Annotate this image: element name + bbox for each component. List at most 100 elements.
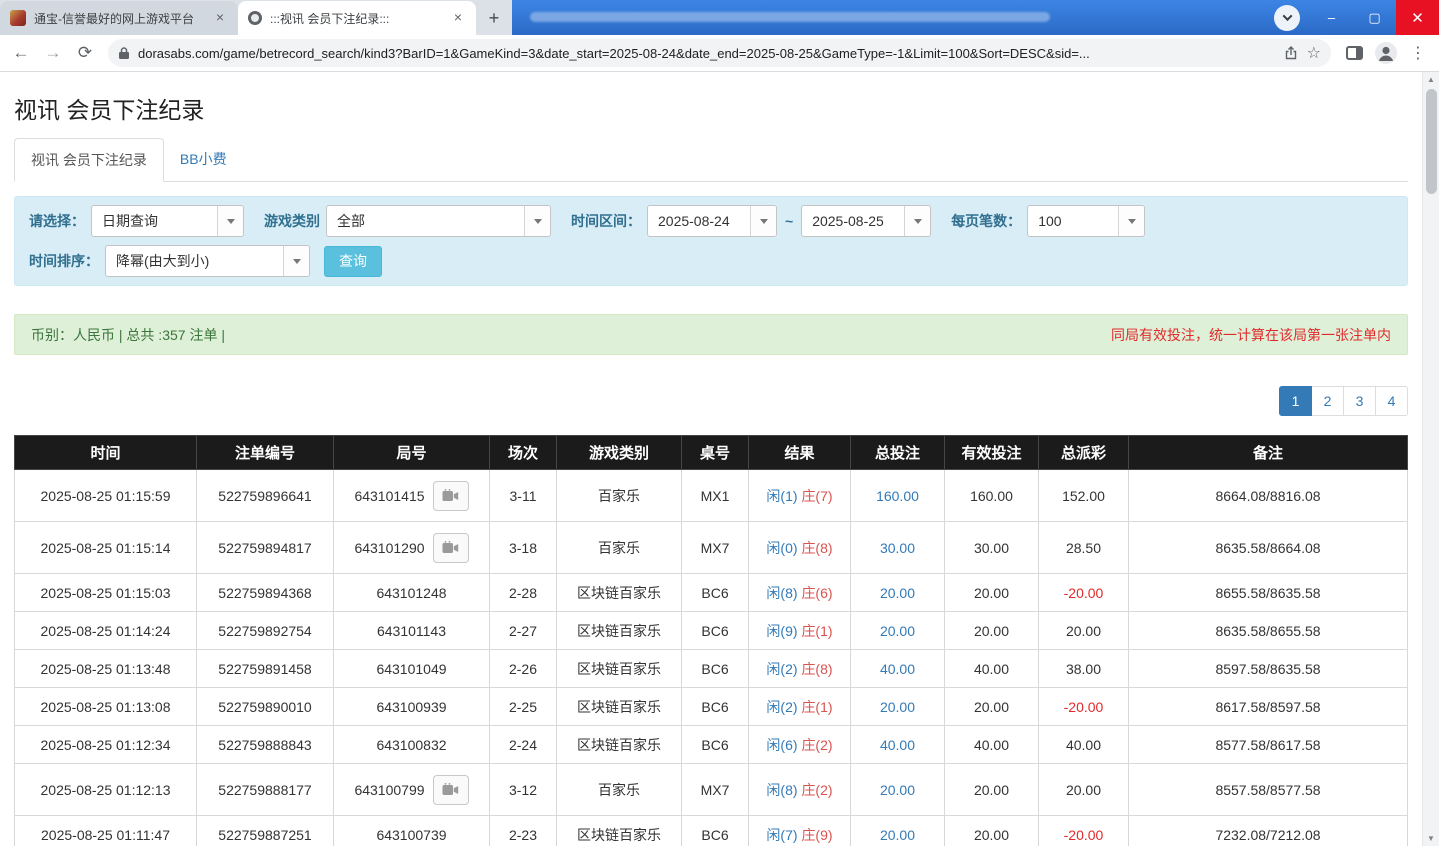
forward-button[interactable]: → (38, 38, 68, 68)
chevron-down-icon[interactable] (904, 206, 930, 236)
cell-game-type: 百家乐 (557, 522, 682, 574)
scroll-up-arrow[interactable]: ▲ (1423, 72, 1439, 87)
chevron-down-icon[interactable] (524, 206, 550, 236)
total-bet-link[interactable]: 20.00 (880, 585, 915, 601)
cell-total-bet: 20.00 (851, 574, 945, 612)
table-row: 2025-08-25 01:12:34 522759888843 6431008… (15, 726, 1408, 764)
cell-game-type: 区块链百家乐 (557, 726, 682, 764)
cell-bet-id: 522759891458 (197, 650, 334, 688)
cell-bet-id: 522759890010 (197, 688, 334, 726)
column-header: 总投注 (851, 436, 945, 470)
cell-remark: 7232.08/7212.08 (1129, 816, 1408, 846)
pagination-button[interactable]: 2 (1311, 386, 1344, 416)
pagination-button[interactable]: 1 (1279, 386, 1312, 416)
address-bar[interactable]: dorasabs.com/game/betrecord_search/kind3… (108, 39, 1331, 67)
search-button[interactable]: 查询 (324, 246, 382, 277)
cell-time: 2025-08-25 01:13:48 (15, 650, 197, 688)
query-type-select[interactable]: 日期查询 (91, 205, 244, 237)
cell-table-no: BC6 (682, 816, 749, 846)
total-bet-link[interactable]: 40.00 (880, 737, 915, 753)
column-header: 注单编号 (197, 436, 334, 470)
background-window-title-blur (530, 12, 1050, 22)
tab-close-icon[interactable]: × (450, 10, 466, 26)
cell-game-type: 百家乐 (557, 764, 682, 816)
browser-navbar: ← → ⟳ dorasabs.com/game/betrecord_search… (0, 35, 1439, 72)
pagination-button[interactable]: 3 (1343, 386, 1376, 416)
bet-table-body: 2025-08-25 01:15:59 522759896641 6431014… (15, 470, 1408, 846)
replay-button[interactable] (433, 481, 469, 511)
replay-button[interactable] (433, 775, 469, 805)
per-page-select[interactable]: 100 (1027, 205, 1145, 237)
cell-valid-bet: 20.00 (945, 574, 1039, 612)
cell-result: 闲(8) 庄(6) (749, 574, 851, 612)
new-tab-button[interactable]: + (480, 4, 508, 32)
cell-remark: 8617.58/8597.58 (1129, 688, 1408, 726)
cell-bet-id: 522759888177 (197, 764, 334, 816)
sort-select[interactable]: 降幂(由大到小) (105, 245, 310, 277)
total-bet-link[interactable]: 20.00 (880, 699, 915, 715)
cell-game-type: 区块链百家乐 (557, 612, 682, 650)
pagination-button[interactable]: 4 (1375, 386, 1408, 416)
scroll-down-arrow[interactable]: ▼ (1423, 831, 1439, 846)
summary-bar: 币别：人民币 | 总共 :357 注单 | 同局有效投注，统一计算在该局第一张注… (14, 314, 1408, 355)
cell-payout: 40.00 (1039, 726, 1129, 764)
table-row: 2025-08-25 01:15:14 522759894817 6431012… (15, 522, 1408, 574)
player-result: 闲(2) (766, 699, 797, 715)
table-row: 2025-08-25 01:14:24 522759892754 6431011… (15, 612, 1408, 650)
page-tab[interactable]: 视讯 会员下注纪录 (14, 138, 164, 182)
browser-menu-icon[interactable]: ⋮ (1403, 38, 1433, 68)
table-row: 2025-08-25 01:11:47 522759887251 6431007… (15, 816, 1408, 846)
cell-game-type: 区块链百家乐 (557, 688, 682, 726)
cell-table-no: MX7 (682, 522, 749, 574)
table-row: 2025-08-25 01:13:48 522759891458 6431010… (15, 650, 1408, 688)
share-icon[interactable] (1283, 45, 1299, 61)
profile-avatar[interactable] (1371, 38, 1401, 68)
cell-session: 2-26 (490, 650, 557, 688)
replay-button[interactable] (433, 533, 469, 563)
chevron-down-icon[interactable] (217, 206, 243, 236)
query-type-value: 日期查询 (92, 206, 217, 236)
page-tab[interactable]: BB小费 (164, 138, 243, 182)
cell-remark: 8655.58/8635.58 (1129, 574, 1408, 612)
cell-bet-id: 522759896641 (197, 470, 334, 522)
browser-tab[interactable]: 通宝-信誉最好的网上游戏平台 × (0, 1, 238, 35)
date-start-select[interactable]: 2025-08-24 (647, 205, 777, 237)
browser-tab-active[interactable]: :::视讯 会员下注纪录::: × (238, 1, 476, 35)
table-row: 2025-08-25 01:12:13 522759888177 6431007… (15, 764, 1408, 816)
player-result: 闲(2) (766, 661, 797, 677)
cell-total-bet: 20.00 (851, 764, 945, 816)
refresh-button[interactable]: ⟳ (70, 38, 100, 68)
tab-close-icon[interactable]: × (212, 10, 228, 26)
total-bet-link[interactable]: 20.00 (880, 782, 915, 798)
tab-search-button[interactable] (1274, 5, 1300, 31)
bookmark-star-icon[interactable]: ☆ (1307, 43, 1321, 63)
cell-payout: -20.00 (1039, 688, 1129, 726)
minimize-button[interactable]: – (1310, 0, 1353, 35)
side-panel-icon[interactable] (1339, 38, 1369, 68)
browser-tab-strip: 通宝-信誉最好的网上游戏平台 × :::视讯 会员下注纪录::: × + – ▢… (0, 0, 1439, 35)
column-header: 时间 (15, 436, 197, 470)
scrollbar-thumb[interactable] (1426, 89, 1437, 194)
video-replay-icon (442, 489, 459, 503)
cell-session: 2-27 (490, 612, 557, 650)
total-bet-link[interactable]: 160.00 (876, 488, 919, 504)
date-start-value: 2025-08-24 (648, 206, 750, 236)
table-row: 2025-08-25 01:13:08 522759890010 6431009… (15, 688, 1408, 726)
game-type-select[interactable]: 全部 (326, 205, 551, 237)
total-bet-link[interactable]: 30.00 (880, 540, 915, 556)
chevron-down-icon[interactable] (1118, 206, 1144, 236)
maximize-button[interactable]: ▢ (1353, 0, 1396, 35)
total-bet-link[interactable]: 40.00 (880, 661, 915, 677)
total-bet-link[interactable]: 20.00 (880, 623, 915, 639)
date-end-select[interactable]: 2025-08-25 (801, 205, 931, 237)
total-bet-link[interactable]: 20.00 (880, 827, 915, 843)
player-result: 闲(6) (766, 737, 797, 753)
chevron-down-icon[interactable] (750, 206, 776, 236)
cell-payout: 20.00 (1039, 612, 1129, 650)
back-button[interactable]: ← (6, 38, 36, 68)
close-button[interactable]: ✕ (1396, 0, 1439, 35)
player-result: 闲(8) (766, 585, 797, 601)
chevron-down-icon[interactable] (283, 246, 309, 276)
avatar-icon (1374, 41, 1398, 65)
page-scrollbar[interactable]: ▲ ▼ (1422, 72, 1439, 846)
